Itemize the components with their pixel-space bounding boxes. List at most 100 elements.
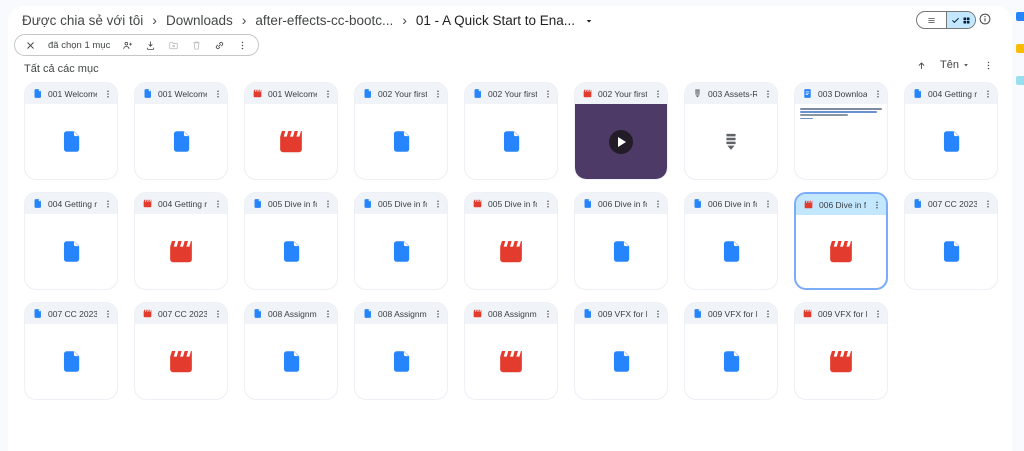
file-card[interactable]: 007 CC 2023 Re... bbox=[24, 302, 118, 400]
more-options-icon[interactable] bbox=[982, 199, 993, 209]
file-card[interactable]: 001 Welcome to ... bbox=[244, 82, 338, 180]
more-options-icon[interactable] bbox=[652, 199, 663, 209]
file-type-icon bbox=[912, 88, 923, 99]
file-card[interactable]: 005 Dive in for b... bbox=[354, 192, 448, 290]
file-type-icon bbox=[362, 88, 373, 99]
sort-by-label: Tên bbox=[940, 59, 959, 71]
file-card[interactable]: 006 Dive in for b... bbox=[684, 192, 778, 290]
file-card[interactable]: 009 VFX for begi... bbox=[574, 302, 668, 400]
file-card[interactable]: 007 CC 2023 Re... bbox=[134, 302, 228, 400]
play-icon[interactable] bbox=[609, 129, 633, 154]
file-title: 001 Welcome to ... bbox=[158, 88, 207, 99]
file-preview bbox=[25, 214, 117, 289]
file-card[interactable]: 002 Your first Ani... bbox=[464, 82, 558, 180]
file-card[interactable]: 004 Getting read... bbox=[904, 82, 998, 180]
file-card[interactable]: 006 Dive in for b... bbox=[574, 192, 668, 290]
more-options-icon[interactable] bbox=[982, 89, 993, 99]
more-options-icon[interactable] bbox=[762, 309, 773, 319]
more-options-icon[interactable] bbox=[212, 89, 223, 99]
sort-area: Tên bbox=[916, 59, 994, 71]
file-card-header: 005 Dive in for b... bbox=[355, 193, 447, 214]
breadcrumb-item[interactable]: Downloads bbox=[166, 13, 233, 28]
more-options-icon[interactable] bbox=[102, 309, 113, 319]
more-options-icon[interactable] bbox=[872, 89, 883, 99]
more-options-icon[interactable] bbox=[322, 199, 333, 209]
file-card[interactable]: 003 Assets-Reso... bbox=[684, 82, 778, 180]
selection-toolbar: đã chọn 1 mục bbox=[14, 34, 260, 56]
move-folder-icon[interactable] bbox=[168, 40, 179, 51]
breadcrumb-item[interactable]: Được chia sẻ với tôi bbox=[22, 13, 143, 28]
file-card[interactable]: 007 CC 2023 Re... bbox=[904, 192, 998, 290]
file-card[interactable]: 008 Assignment ... bbox=[244, 302, 338, 400]
file-card[interactable]: 004 Getting read... bbox=[24, 192, 118, 290]
file-preview bbox=[355, 104, 447, 179]
file-card[interactable]: 009 VFX for begi... bbox=[794, 302, 888, 400]
more-options-icon[interactable] bbox=[102, 199, 113, 209]
sort-by-button[interactable]: Tên bbox=[940, 59, 970, 71]
more-options-icon[interactable] bbox=[983, 60, 994, 71]
doc-file-icon bbox=[278, 236, 304, 267]
file-card[interactable]: 001 Welcome to ... bbox=[24, 82, 118, 180]
doc-file-icon bbox=[608, 346, 634, 377]
file-card[interactable]: 002 Your first Ani... bbox=[354, 82, 448, 180]
file-card-header: 006 Dive in for b... bbox=[796, 194, 886, 215]
more-options-icon[interactable] bbox=[542, 89, 553, 99]
list-view-button[interactable] bbox=[917, 12, 947, 28]
more-options-icon[interactable] bbox=[871, 200, 882, 210]
trash-icon[interactable] bbox=[191, 40, 202, 51]
clear-selection-icon[interactable] bbox=[25, 40, 36, 51]
info-icon[interactable] bbox=[978, 12, 992, 26]
more-options-icon[interactable] bbox=[212, 199, 223, 209]
file-card-header: 007 CC 2023 Re... bbox=[25, 303, 117, 324]
file-card[interactable]: 003 Download y... bbox=[794, 82, 888, 180]
more-options-icon[interactable] bbox=[872, 309, 883, 319]
file-preview bbox=[575, 324, 667, 399]
more-options-icon[interactable] bbox=[102, 89, 113, 99]
side-panel-icon-fragment[interactable] bbox=[1016, 44, 1024, 53]
more-options-icon[interactable] bbox=[322, 309, 333, 319]
file-card[interactable]: 004 Getting read... bbox=[134, 192, 228, 290]
more-options-icon[interactable] bbox=[432, 89, 443, 99]
file-type-icon bbox=[32, 198, 43, 209]
sort-direction-icon[interactable] bbox=[916, 60, 927, 71]
file-card[interactable]: 005 Dive in for b... bbox=[464, 192, 558, 290]
file-card[interactable]: 008 Assignment ... bbox=[354, 302, 448, 400]
caret-down-icon[interactable] bbox=[584, 16, 594, 26]
more-options-icon[interactable] bbox=[542, 199, 553, 209]
file-preview bbox=[685, 104, 777, 179]
file-card[interactable]: 005 Dive in for b... bbox=[244, 192, 338, 290]
side-panel-icon-fragment[interactable] bbox=[1016, 12, 1024, 21]
file-title: 006 Dive in for b... bbox=[598, 198, 647, 209]
file-card[interactable]: 008 Assignment ... bbox=[464, 302, 558, 400]
breadcrumb-item[interactable]: after-effects-cc-bootc... bbox=[255, 13, 393, 28]
more-options-icon[interactable] bbox=[762, 199, 773, 209]
more-options-icon[interactable] bbox=[237, 40, 248, 51]
file-preview bbox=[355, 214, 447, 289]
more-options-icon[interactable] bbox=[652, 89, 663, 99]
file-card[interactable]: 009 VFX for begi... bbox=[684, 302, 778, 400]
file-title: 003 Assets-Reso... bbox=[708, 88, 757, 99]
file-card-header: 004 Getting read... bbox=[905, 83, 997, 104]
video-thumbnail bbox=[575, 104, 667, 179]
link-icon[interactable] bbox=[214, 40, 225, 51]
file-card[interactable]: 002 Your first Ani... bbox=[574, 82, 668, 180]
file-preview bbox=[685, 324, 777, 399]
file-type-icon bbox=[472, 88, 483, 99]
more-options-icon[interactable] bbox=[432, 309, 443, 319]
more-options-icon[interactable] bbox=[762, 89, 773, 99]
more-options-icon[interactable] bbox=[542, 309, 553, 319]
file-title: 002 Your first Ani... bbox=[598, 88, 647, 99]
more-options-icon[interactable] bbox=[322, 89, 333, 99]
download-icon[interactable] bbox=[145, 40, 156, 51]
breadcrumb-item[interactable]: 01 - A Quick Start to Ena... bbox=[416, 13, 575, 28]
file-card[interactable]: 006 Dive in for b... bbox=[794, 192, 888, 290]
more-options-icon[interactable] bbox=[652, 309, 663, 319]
grid-view-button[interactable] bbox=[946, 12, 975, 28]
file-card[interactable]: 001 Welcome to ... bbox=[134, 82, 228, 180]
more-options-icon[interactable] bbox=[212, 309, 223, 319]
share-person-add-icon[interactable] bbox=[122, 40, 133, 51]
more-options-icon[interactable] bbox=[432, 199, 443, 209]
file-type-icon bbox=[692, 88, 703, 99]
doc-file-icon bbox=[718, 236, 744, 267]
side-panel-icon-fragment[interactable] bbox=[1016, 76, 1024, 85]
